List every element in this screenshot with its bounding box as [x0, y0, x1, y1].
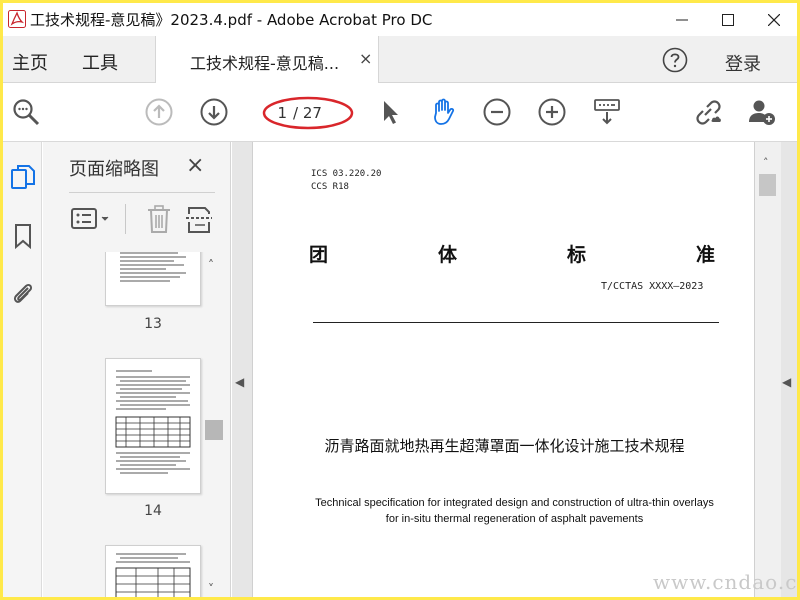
maximize-icon [722, 13, 734, 26]
zoom-in-icon[interactable] [537, 97, 567, 127]
thumbnail-page[interactable] [105, 545, 201, 597]
thumbnail-page-number: 13 [144, 316, 162, 332]
page-up-icon[interactable] [144, 97, 174, 127]
maximize-button[interactable] [705, 3, 751, 36]
zoom-out-icon[interactable] [482, 97, 512, 127]
divider [125, 204, 126, 234]
expand-right-panel-icon[interactable]: ◀ [782, 375, 791, 389]
scroll-up-arrow-icon[interactable]: ˄ [208, 258, 214, 272]
close-icon [768, 13, 780, 26]
ics-code: ICS 03.220.20 CCS R18 [311, 168, 381, 194]
page-preview [120, 252, 186, 282]
title-english-line: for in-situ thermal regeneration of asph… [385, 513, 644, 525]
share-link-icon[interactable] [693, 97, 723, 127]
close-window-button[interactable] [751, 3, 797, 36]
acrobat-window: 工技术规程-意见稿》2023.4.pdf - Adobe Acrobat Pro… [3, 3, 797, 597]
acrobat-app-icon[interactable] [8, 10, 26, 28]
collapse-left-panel-icon[interactable]: ◀ [235, 375, 244, 389]
divider [69, 192, 215, 193]
zoom-search-icon[interactable] [11, 97, 41, 127]
thumbnail-panel: 页面缩略图 × 13 14 ˄ ˅ [43, 142, 231, 597]
page-down-icon[interactable] [199, 97, 229, 127]
page-preview [115, 553, 191, 597]
thumbnail-page-number: 14 [144, 503, 162, 519]
page-preview [115, 370, 191, 474]
keyboard-scroll-icon[interactable] [592, 97, 622, 127]
menu-tab-bar: 主页 工具 工技术规程-意见稿... × 登录 [3, 36, 797, 83]
tab-tools[interactable]: 工具 [82, 49, 118, 75]
extract-pages-icon[interactable] [185, 204, 213, 234]
add-user-icon[interactable] [747, 97, 777, 127]
help-icon[interactable] [662, 47, 688, 73]
ccs-line: CCS R18 [311, 182, 349, 192]
watermark: www.cndao.com [653, 570, 797, 594]
document-title-english: Technical specification for integrated d… [283, 495, 746, 527]
scrollbar-thumb[interactable] [759, 174, 776, 196]
bookmark-icon[interactable] [9, 222, 37, 250]
heading-char: 团 [309, 244, 329, 266]
scroll-up-arrow-icon[interactable]: ˄ [763, 156, 769, 169]
heading-char: 准 [695, 244, 715, 266]
standard-heading: 团 体 标 准 [309, 240, 715, 267]
page-navigation: / 27 [262, 96, 354, 130]
document-tab-close-button[interactable]: × [359, 49, 372, 68]
thumbnail-scrollbar[interactable]: ˄ ˅ [203, 254, 225, 597]
thumbnail-page[interactable] [105, 252, 201, 306]
heading-char: 体 [437, 244, 457, 266]
pages-icon[interactable] [9, 164, 37, 192]
window-title: 工技术规程-意见稿》2023.4.pdf - Adobe Acrobat Pro… [30, 11, 433, 29]
toolbar: / 27 [3, 83, 797, 142]
select-cursor-icon[interactable] [375, 97, 405, 127]
thumbnail-panel-title: 页面缩略图 [69, 159, 159, 180]
document-scrollbar[interactable]: ˄ [755, 142, 781, 597]
scroll-down-arrow-icon[interactable]: ˅ [208, 582, 214, 596]
highlight-ellipse [262, 96, 354, 130]
thumbnail-page[interactable] [105, 358, 201, 494]
ics-line: ICS 03.220.20 [311, 169, 382, 179]
sidebar-rail [3, 142, 42, 597]
document-tab-label: 工技术规程-意见稿... [190, 54, 340, 73]
title-english-line: Technical specification for integrated d… [315, 497, 714, 509]
heading-char: 标 [566, 244, 586, 266]
login-button[interactable]: 登录 [725, 50, 761, 76]
trash-icon[interactable] [145, 204, 173, 234]
thumbnail-options-icon[interactable] [71, 205, 115, 233]
tab-home[interactable]: 主页 [12, 49, 48, 75]
attachment-icon[interactable] [9, 279, 37, 307]
scrollbar-thumb[interactable] [205, 420, 223, 440]
divider [313, 322, 719, 323]
pdf-page: ICS 03.220.20 CCS R18 团 体 标 准 T/CCTAS XX… [252, 142, 755, 597]
tab-document[interactable]: 工技术规程-意见稿... × [155, 36, 379, 83]
minimize-icon [676, 19, 688, 20]
hand-tool-icon[interactable] [428, 97, 458, 127]
thumbnail-list: 13 14 [43, 252, 205, 597]
document-title-chinese: 沥青路面就地热再生超薄罩面一体化设计施工技术规程 [324, 437, 685, 455]
title-bar: 工技术规程-意见稿》2023.4.pdf - Adobe Acrobat Pro… [3, 3, 797, 36]
minimize-button[interactable] [659, 3, 705, 36]
document-view: ICS 03.220.20 CCS R18 团 体 标 准 T/CCTAS XX… [232, 142, 797, 597]
standard-number: T/CCTAS XXXX—2023 [601, 281, 704, 292]
thumbnail-panel-close-button[interactable]: × [186, 153, 204, 178]
